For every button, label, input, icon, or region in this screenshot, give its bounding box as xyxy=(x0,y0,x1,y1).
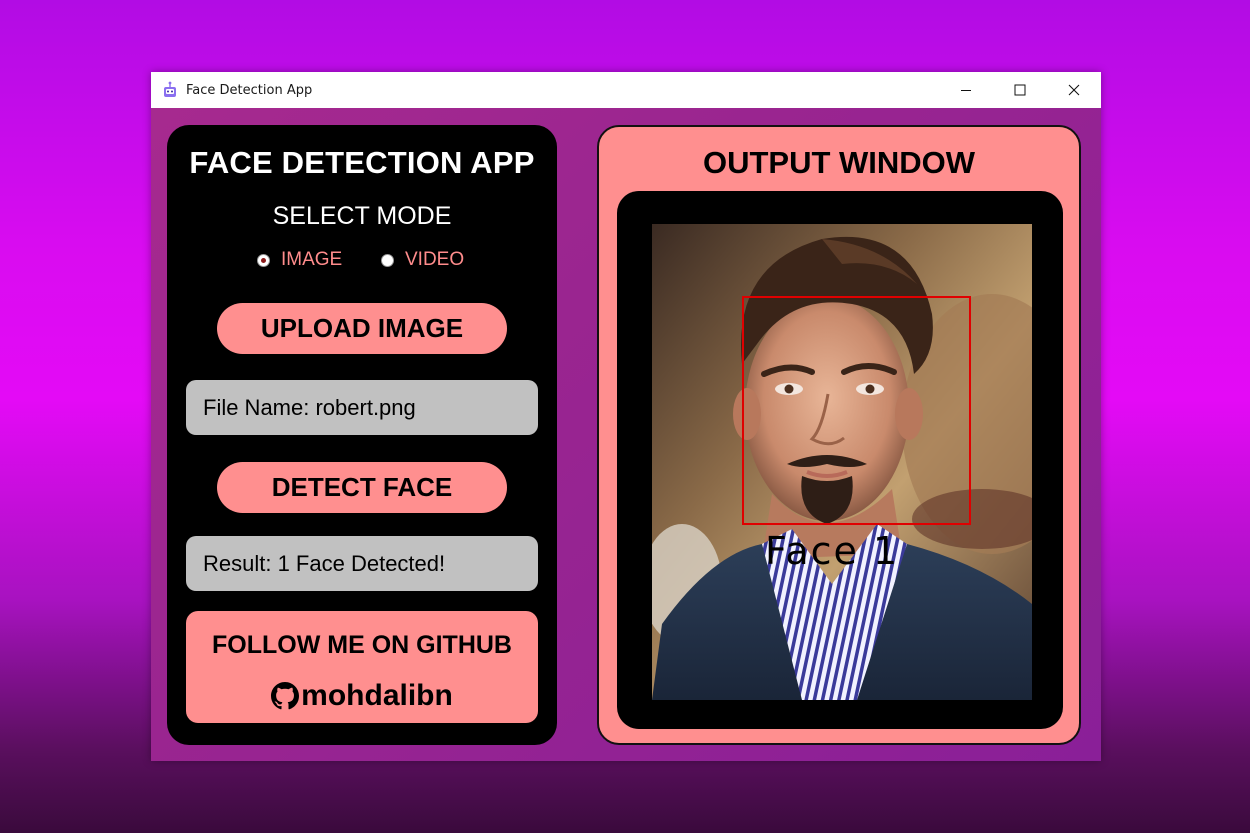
file-name-display: File Name: robert.png xyxy=(186,380,538,435)
github-title: FOLLOW ME ON GITHUB xyxy=(212,631,512,659)
maximize-button[interactable] xyxy=(993,72,1047,108)
radio-video-mode[interactable]: VIDEO xyxy=(381,249,464,271)
github-card: FOLLOW ME ON GITHUB mohdalibn xyxy=(186,611,538,723)
app-window: Face Detection App FACE DETECTION APP SE… xyxy=(151,72,1101,761)
face-detection-box xyxy=(742,296,971,525)
maximize-icon xyxy=(1014,84,1026,96)
detected-image: Face 1 xyxy=(652,224,1032,700)
control-panel: FACE DETECTION APP SELECT MODE IMAGE VID… xyxy=(167,125,557,745)
output-frame: Face 1 xyxy=(617,191,1063,729)
radio-image-mode[interactable]: IMAGE xyxy=(257,249,342,271)
result-display: Result: 1 Face Detected! xyxy=(186,536,538,591)
radio-label-image: IMAGE xyxy=(281,249,343,270)
upload-image-button[interactable]: UPLOAD IMAGE xyxy=(217,303,507,354)
radio-label-video: VIDEO xyxy=(405,249,465,270)
radio-unselected-icon xyxy=(381,253,394,267)
detect-face-button[interactable]: DETECT FACE xyxy=(217,462,507,513)
face-detection-label: Face 1 xyxy=(765,529,900,573)
window-title: Face Detection App xyxy=(186,82,313,98)
output-heading: OUTPUT WINDOW xyxy=(702,145,976,180)
select-mode-heading: SELECT MODE xyxy=(272,202,452,230)
github-icon xyxy=(271,682,300,710)
output-panel: OUTPUT WINDOW Face 1 xyxy=(597,125,1081,745)
radio-selected-icon xyxy=(257,253,270,267)
close-button[interactable] xyxy=(1047,72,1101,108)
window-controls xyxy=(939,72,1101,108)
app-heading: FACE DETECTION APP xyxy=(189,145,535,180)
title-bar[interactable]: Face Detection App xyxy=(151,72,1101,108)
robot-icon xyxy=(161,81,179,99)
minimize-button[interactable] xyxy=(939,72,993,108)
minimize-icon xyxy=(961,90,971,91)
github-username: mohdalibn xyxy=(301,679,453,712)
github-link[interactable]: mohdalibn xyxy=(186,676,538,716)
close-icon xyxy=(1068,84,1080,96)
